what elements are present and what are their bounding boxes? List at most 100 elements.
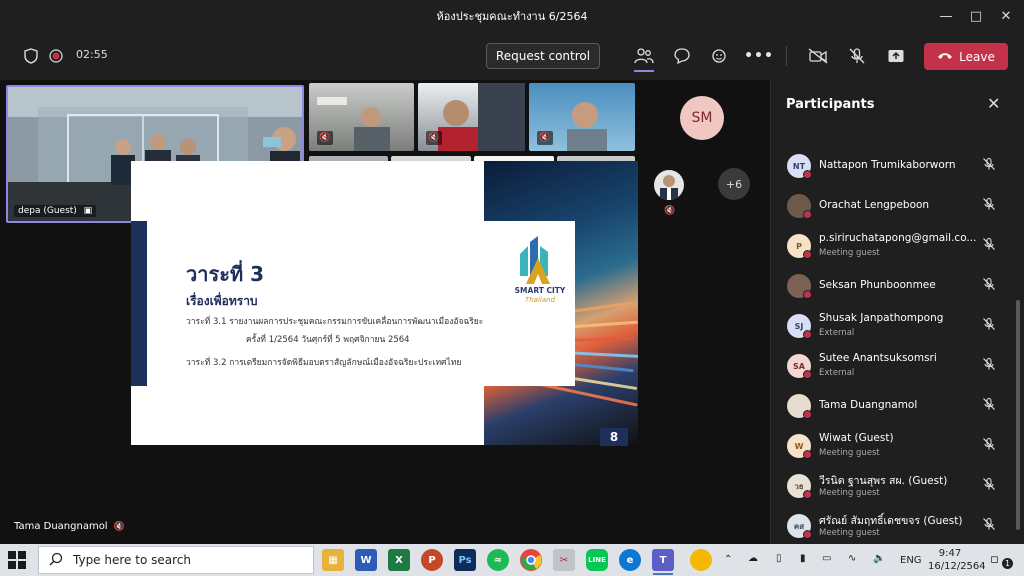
close-icon[interactable]: ✕ [987,94,1000,113]
spotify-icon[interactable]: ≈ [487,549,509,571]
participant-row[interactable]: SA Sutee Anantsuksomsri External [787,350,1015,386]
reactions-icon[interactable] [708,44,732,68]
notification-badge: 1 [1002,558,1013,569]
clock-date: 16/12/2564 [928,561,986,572]
powerpoint-icon[interactable]: P [421,549,443,571]
mic-off-icon [981,156,997,172]
mic-off-icon [981,476,997,492]
slide-accent-bar [131,221,147,386]
windows-start-icon[interactable] [8,551,26,569]
logo-text: SMART CITY [514,286,566,295]
shield-icon [19,44,43,68]
taskbar-search-input[interactable]: Type here to search [38,546,314,574]
mic-off-icon: 🔇 [317,131,333,145]
notification-icon[interactable]: ▫ [990,552,999,567]
mic-off-icon [981,196,997,212]
share-screen-icon[interactable] [884,44,908,68]
participant-role: External [819,328,855,338]
participants-panel: Participants ✕ NT Nattapon Trumikaborworn… [770,80,1024,544]
participant-row[interactable]: คส ศรัณย์ สัมฤทธิ์เดชขจร (Guest) Meeting g… [787,510,1015,546]
chrome-icon[interactable] [520,549,542,571]
window-title-bar: ห้องประชุมคณะทำงาน 6/2564 [0,0,1024,32]
recording-icon [44,44,68,68]
usb-icon[interactable]: ▯ [776,553,782,564]
participant-row[interactable]: W Wiwat (Guest) Meeting guest [787,430,1015,466]
language-indicator[interactable]: ENG [900,555,922,566]
participant-name: Sutee Anantsuksomsri [819,352,937,364]
presence-busy-icon [803,330,812,339]
weather-icon[interactable] [690,549,712,571]
wifi-icon[interactable]: ∿ [848,553,856,564]
meeting-timer: 02:55 [76,48,108,61]
slide-agenda-item: ครั้งที่ 1/2564 วันศุกร์ที่ 5 พฤศจิกายน … [246,335,410,345]
taskbar-clock[interactable]: 9:47 16/12/2564 [928,547,986,573]
display-icon[interactable]: ▭ [822,553,831,564]
people-icon[interactable] [632,44,656,68]
presence-busy-icon [803,450,812,459]
mic-off-icon[interactable] [845,44,869,68]
presenter-name: Tama Duangnamol [14,521,108,532]
search-placeholder: Type here to search [73,553,191,567]
battery-icon[interactable]: ▮ [800,553,806,564]
mic-off-icon [981,436,997,452]
presence-busy-icon [803,170,812,179]
camera-off-icon[interactable] [806,44,830,68]
avatar[interactable]: SM [680,96,724,140]
taskbar: Type here to search ▦ W X P Ps ≈ ✂ LINE … [0,544,1024,576]
participant-row[interactable]: NT Nattapon Trumikaborworn [787,150,1015,186]
volume-icon[interactable]: 🔈 [873,553,885,564]
panel-title: Participants [786,97,875,112]
participant-name: Orachat Lengpeboon [819,199,930,211]
tile-name-label: depa (Guest) ▣ [14,205,97,217]
mic-off-icon: 🔇 [113,521,125,532]
chat-icon[interactable] [670,44,694,68]
request-control-button[interactable]: Request control [486,43,600,69]
participant-role: External [819,368,855,378]
participant-name: Seksan Phunboonmee [819,279,936,291]
leave-button[interactable]: Leave [924,43,1008,70]
excel-icon[interactable]: X [388,549,410,571]
participant-row[interactable]: Tama Duangnamol [787,390,1015,426]
participant-row[interactable]: Pp.siriruchatapong@gmail.co... Meeting gu… [787,230,1015,266]
mic-off-icon [981,276,997,292]
word-icon[interactable]: W [355,549,377,571]
close-icon[interactable]: ✕ [988,0,1024,32]
participant-name: Nattapon Trumikaborworn [819,159,956,171]
video-tile-participant-1[interactable]: 🔇 [309,83,414,151]
presence-busy-icon [803,250,812,259]
participant-row[interactable]: Orachat Lengpeboon [787,190,1015,226]
clock-time: 9:47 [938,548,962,559]
participant-role: Meeting guest [819,528,880,538]
mic-off-icon [981,236,997,252]
participant-row[interactable]: SJ Shusak Janpathompong External [787,310,1015,346]
slide-page-number: 8 [600,428,628,446]
slide-agenda-item: วาระที่ 3.1 รายงานผลการประชุมคณะกรรมการข… [186,317,484,327]
video-tile-participant-2[interactable]: 🔇 [418,83,525,151]
presenter-label: Tama Duangnamol 🔇 [14,521,125,532]
presence-busy-icon [803,490,812,499]
chevron-up-icon[interactable]: ⌃ [724,554,732,565]
edge-icon[interactable]: e [619,549,641,571]
participant-role: Meeting guest [819,248,880,258]
participant-row[interactable]: วธ วีรนิต ฐานสุพร สผ. (Guest) Meeting gues… [787,470,1015,506]
presence-busy-icon [803,370,812,379]
teams-icon[interactable]: T [652,549,674,571]
participant-name: Wiwat (Guest) [819,432,894,444]
scrollbar[interactable] [1016,300,1020,530]
participant-role: Meeting guest [819,448,880,458]
participant-name: Shusak Janpathompong [819,312,944,324]
file-explorer-icon[interactable]: ▦ [322,549,344,571]
more-options-icon[interactable]: ••• [744,44,773,68]
participant-role: Meeting guest [819,488,880,498]
mic-off-icon [981,396,997,412]
participant-row[interactable]: Seksan Phunboonmee [787,270,1015,306]
more-participants-button[interactable]: +6 [718,168,750,200]
mic-off-icon: 🔇 [664,206,676,216]
photoshop-icon[interactable]: Ps [454,549,476,571]
snipping-tool-icon[interactable]: ✂ [553,549,575,571]
active-tab-indicator [634,70,654,72]
avatar[interactable] [654,170,684,200]
cloud-icon[interactable]: ☁ [748,553,758,564]
video-tile-participant-3[interactable]: 🔇 [529,83,635,151]
line-icon[interactable]: LINE [586,549,608,571]
